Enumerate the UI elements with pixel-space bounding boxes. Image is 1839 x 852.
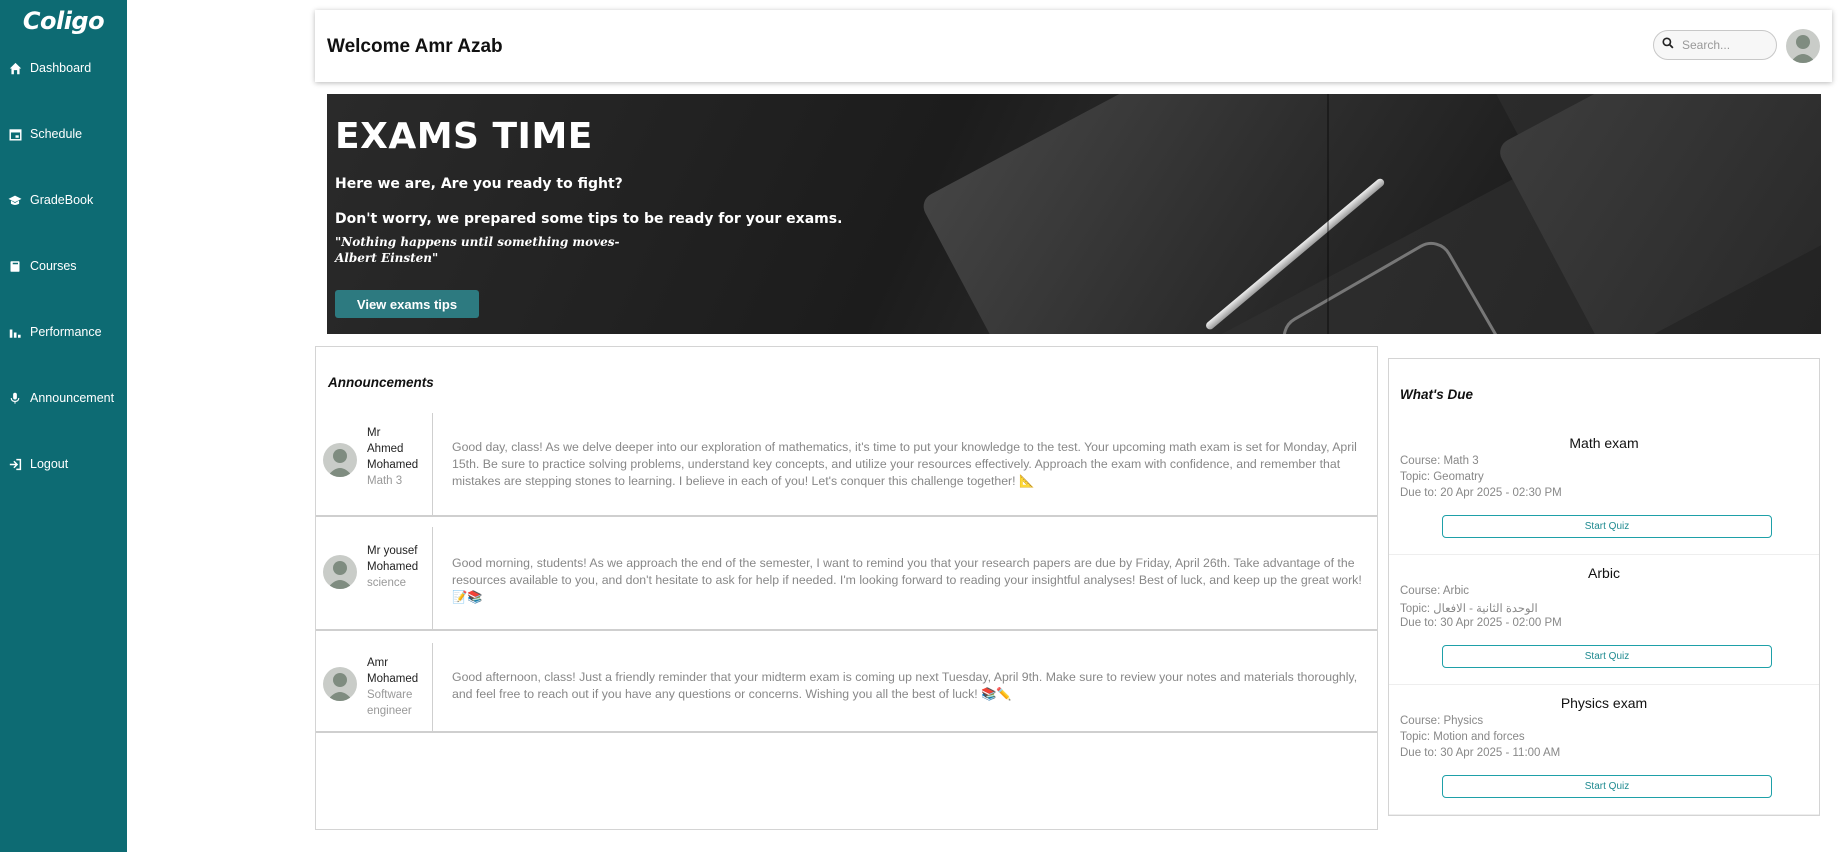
announcement-author: Mr Ahmed Mohamed Math 3 xyxy=(367,425,427,489)
sidebar: Coligo Dashboard Schedule GradeBook Cour… xyxy=(0,0,127,852)
sidebar-item-dashboard[interactable]: Dashboard xyxy=(8,58,91,78)
whats-due-panel: What's Due Math exam Course: Math 3 Topi… xyxy=(1388,358,1820,816)
start-quiz-button[interactable]: Start Quiz xyxy=(1442,645,1772,668)
avatar xyxy=(323,555,357,589)
announcement-item: Mr yousef Mohamed science Good morning, … xyxy=(316,517,1377,631)
page-title: Welcome Amr Azab xyxy=(327,36,503,57)
sidebar-item-label: Performance xyxy=(30,325,102,339)
due-item-course: Course: Math 3 xyxy=(1400,455,1479,467)
sidebar-item-label: Dashboard xyxy=(30,61,92,75)
banner-quote: "Nothing happens until something moves- … xyxy=(335,234,619,266)
row-divider xyxy=(432,413,433,515)
announcements-panel: Announcements Mr Ahmed Mohamed Math 3 Go… xyxy=(315,346,1378,830)
whats-due-title: What's Due xyxy=(1400,387,1473,402)
announcement-author: Amr Mohamed Software engineer xyxy=(367,655,427,719)
bar-chart-icon xyxy=(8,325,22,339)
sidebar-item-performance[interactable]: Performance xyxy=(8,322,102,342)
sidebar-item-label: Announcement xyxy=(30,391,115,405)
start-quiz-button[interactable]: Start Quiz xyxy=(1442,775,1772,798)
due-item-date: Due to: 20 Apr 2025 - 02:30 PM xyxy=(1400,487,1562,499)
author-name: Ahmed xyxy=(367,443,404,455)
announcement-message: Good afternoon, class! Just a friendly r… xyxy=(452,670,1358,701)
due-item-title: Math exam xyxy=(1569,435,1639,451)
row-divider xyxy=(432,643,433,731)
sidebar-item-label: Logout xyxy=(30,457,69,471)
logout-icon xyxy=(8,457,22,471)
top-bar: Welcome Amr Azab xyxy=(315,10,1832,82)
sidebar-item-schedule[interactable]: Schedule xyxy=(8,124,82,144)
due-item-date: Due to: 30 Apr 2025 - 02:00 PM xyxy=(1400,617,1562,629)
author-name: Mohamed xyxy=(367,561,419,573)
due-item-date: Due to: 30 Apr 2025 - 11:00 AM xyxy=(1400,747,1561,759)
due-item-topic: Topic: Geomatry xyxy=(1400,471,1484,483)
search-box[interactable] xyxy=(1653,30,1777,60)
sidebar-item-label: GradeBook xyxy=(30,193,94,207)
banner-subtitle: Don't worry, we prepared some tips to be… xyxy=(335,211,843,227)
banner-divider xyxy=(1327,94,1329,334)
quote-line: Albert Einsten" xyxy=(335,251,439,265)
announcement-item: Mr Ahmed Mohamed Math 3 Good day, class!… xyxy=(316,413,1377,517)
announcement-item: Amr Mohamed Software engineer Good after… xyxy=(316,631,1377,733)
avatar xyxy=(323,667,357,701)
sidebar-item-courses[interactable]: Courses xyxy=(8,256,77,276)
search-icon xyxy=(1662,36,1674,54)
sidebar-item-label: Courses xyxy=(30,259,77,273)
author-name: Amr xyxy=(367,657,389,669)
user-icon xyxy=(327,561,353,589)
author-subject: engineer xyxy=(367,705,412,717)
author-subject: Math 3 xyxy=(367,475,403,487)
announcement-author: Mr yousef Mohamed science xyxy=(367,543,427,591)
due-item-course: Course: Arbic xyxy=(1400,585,1470,597)
start-quiz-button[interactable]: Start Quiz xyxy=(1442,515,1772,538)
user-icon xyxy=(327,449,353,477)
due-item-topic: Topic: الوحدة الثانية - الافعال xyxy=(1400,603,1538,615)
microphone-icon xyxy=(8,391,22,405)
due-item: Arbic Course: Arbic Topic: الوحدة الثاني… xyxy=(1389,555,1819,685)
banner-title: EXAMS TIME xyxy=(335,116,593,157)
quote-line: "Nothing happens until something moves- xyxy=(335,235,620,249)
due-item-title: Physics exam xyxy=(1560,695,1648,711)
author-subject: science xyxy=(367,577,406,589)
announcements-title: Announcements xyxy=(328,375,434,390)
announcement-message: Good morning, students! As we approach t… xyxy=(452,556,1362,604)
user-avatar[interactable] xyxy=(1786,29,1820,63)
due-item-title: Arbic xyxy=(1588,565,1620,581)
author-name: Mohamed xyxy=(367,673,419,685)
sidebar-item-label: Schedule xyxy=(30,127,83,141)
user-icon xyxy=(1790,35,1816,63)
due-item: Physics exam Course: Physics Topic: Moti… xyxy=(1389,685,1819,815)
due-item: Math exam Course: Math 3 Topic: Geomatry… xyxy=(1389,425,1819,555)
due-item-topic: Topic: Motion and forces xyxy=(1400,731,1525,743)
search-input[interactable] xyxy=(1682,38,1770,52)
author-name: Mr yousef xyxy=(367,545,418,557)
avatar xyxy=(323,443,357,477)
book-icon xyxy=(8,259,22,273)
banner-notebook-image xyxy=(1495,94,1821,334)
due-item-course: Course: Physics xyxy=(1400,715,1484,727)
calendar-icon xyxy=(8,127,22,141)
author-name: Mr xyxy=(367,427,381,439)
view-exams-tips-button[interactable]: View exams tips xyxy=(335,290,479,318)
app-logo: Coligo xyxy=(22,7,105,35)
announcement-message: Good day, class! As we delve deeper into… xyxy=(452,440,1357,488)
author-name: Mohamed xyxy=(367,459,419,471)
sidebar-item-logout[interactable]: Logout xyxy=(8,454,68,474)
exams-banner: EXAMS TIME Here we are, Are you ready to… xyxy=(327,94,1821,334)
banner-subtitle: Here we are, Are you ready to fight? xyxy=(335,176,623,192)
graduation-cap-icon xyxy=(8,193,22,207)
sidebar-item-gradebook[interactable]: GradeBook xyxy=(8,190,93,210)
sidebar-item-announcement[interactable]: Announcement xyxy=(8,388,114,408)
author-subject: Software xyxy=(367,689,413,701)
user-icon xyxy=(327,673,353,701)
home-icon xyxy=(8,61,22,75)
row-divider xyxy=(432,527,433,629)
